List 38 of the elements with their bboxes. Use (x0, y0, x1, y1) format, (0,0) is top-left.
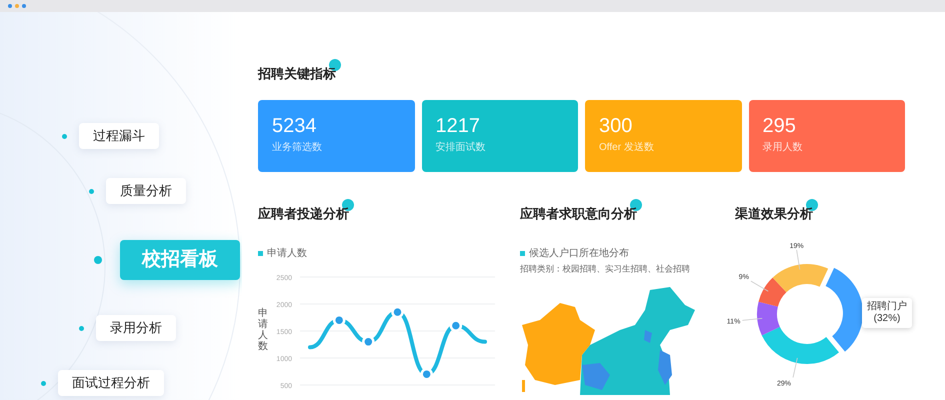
nav-item[interactable]: 过程漏斗 (79, 123, 159, 149)
nav-item[interactable]: 录用分析 (96, 315, 176, 341)
section-title: 渠道效果分析 (735, 206, 813, 221)
data-point (391, 306, 404, 318)
bullet-icon (89, 188, 94, 194)
tooltip-name: 招聘门户 (867, 301, 907, 313)
leader-line (792, 358, 798, 378)
legend-swatch-icon (520, 251, 525, 256)
bullet-icon (62, 134, 67, 138)
tooltip-value: (32%) (874, 313, 900, 325)
legend-label: 申请人数 (267, 246, 307, 261)
metric-value: 300 (599, 114, 634, 138)
legend-label: 候选人户口所在地分布 (529, 246, 629, 261)
section-title: 招聘关键指标 (258, 66, 336, 81)
bullet-icon (79, 326, 84, 330)
metric-label: Offer 发送数 (599, 141, 655, 155)
axis-title: 申请人数 (258, 308, 268, 352)
data-point (450, 319, 462, 332)
leader-line (750, 280, 769, 292)
metric-value: 5234 (272, 114, 318, 138)
chart-subtitle: 招聘类别：校园招聘、实习生招聘、社会招聘 (520, 264, 691, 276)
legend-swatch-icon (258, 251, 263, 256)
leader-line (796, 249, 800, 270)
nav-item[interactable]: 面试过程分析 (58, 370, 164, 396)
bullet-icon (41, 380, 46, 386)
bullet-icon (94, 256, 102, 264)
data-point (332, 314, 346, 326)
section-title: 应聘者求职意向分析 (520, 206, 637, 221)
data-point (420, 368, 433, 380)
leader-line (742, 318, 763, 321)
metric-value: 1217 (436, 114, 481, 138)
metric-value: 295 (762, 114, 797, 138)
metric-label: 安排面试数 (436, 140, 486, 155)
nav-item[interactable]: 质量分析 (106, 178, 186, 204)
metric-label: 业务筛选数 (272, 140, 323, 155)
metric-label: 录用人数 (762, 141, 804, 155)
section-title: 应聘者投递分析 (258, 206, 349, 221)
data-point (362, 336, 375, 348)
